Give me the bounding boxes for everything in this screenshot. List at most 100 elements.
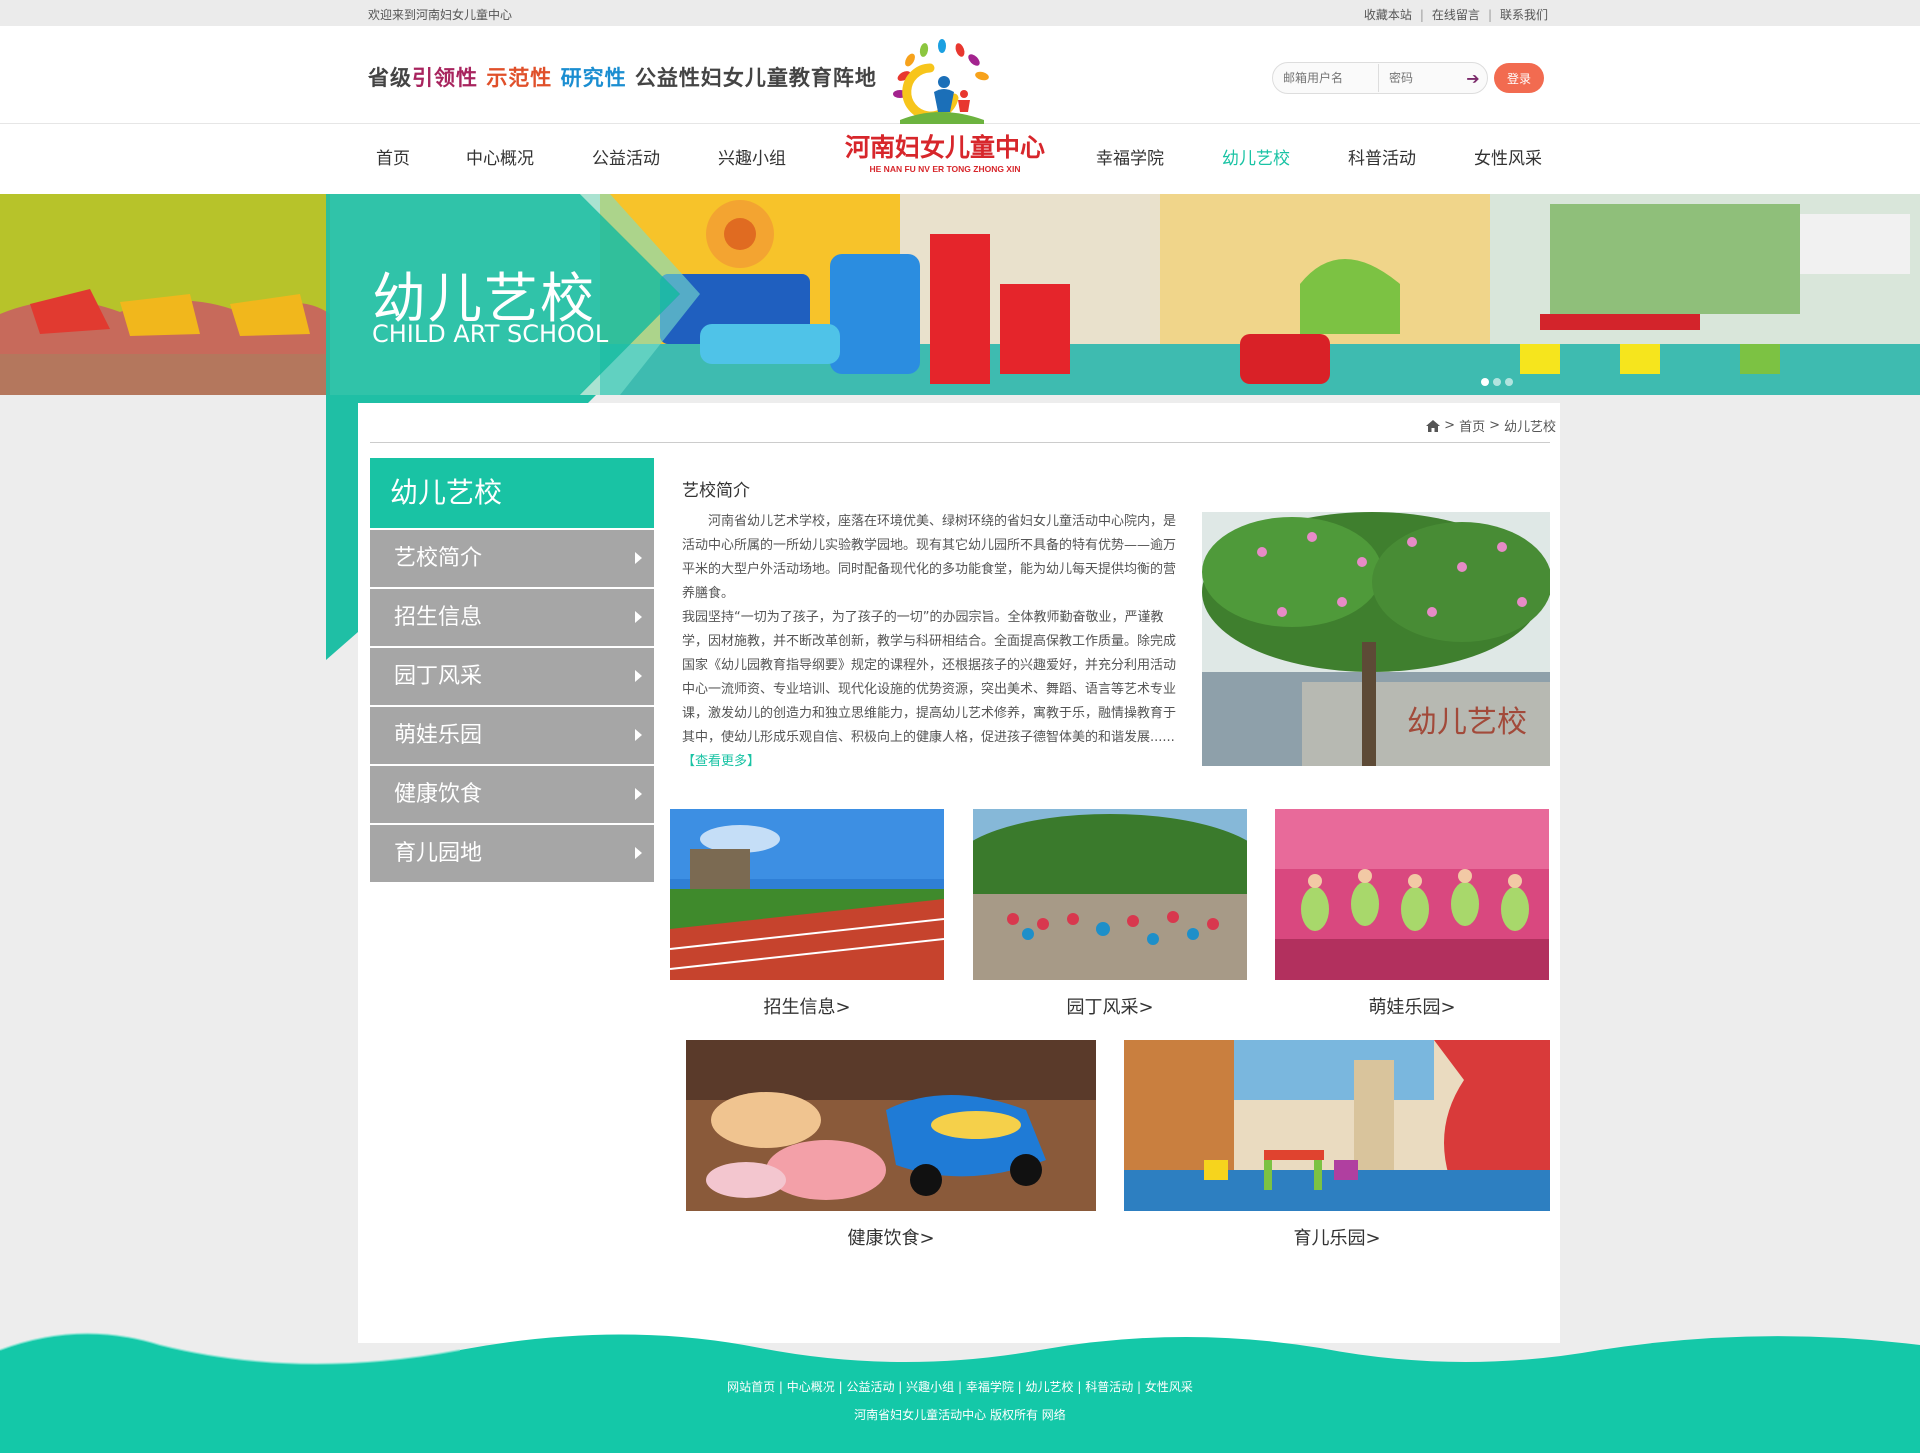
intro-text: 河南省幼儿艺术学校，座落在环境优美、绿树环绕的省妇女儿童活动中心院内，是活动中心… <box>682 510 1176 774</box>
top-bar: 欢迎来到河南妇女儿童中心 收藏本站 | 在线留言 | 联系我们 <box>0 0 1920 26</box>
school-sign: 幼儿艺校 <box>1407 705 1527 740</box>
tile-caption-text: 健康饮食 <box>847 1228 920 1249</box>
home-icon[interactable] <box>1426 419 1441 432</box>
caret-right-icon <box>635 847 642 859</box>
read-more-link[interactable]: 【查看更多】 <box>682 754 760 769</box>
footer-copyright: 河南省妇女儿童活动中心 版权所有 网络 <box>854 1408 1066 1422</box>
nav-interest-groups[interactable]: 兴趣小组 <box>718 144 786 169</box>
sidebar-item-teachers[interactable]: 园丁风采 <box>370 646 654 705</box>
tile-caption[interactable]: 健康饮食> <box>686 1224 1096 1250</box>
breadcrumb-sep: > <box>1444 418 1456 433</box>
caret-right-icon <box>635 552 642 564</box>
footer-link[interactable]: 幸福学院 <box>966 1380 1014 1394</box>
top-links: 收藏本站 | 在线留言 | 联系我们 <box>1364 6 1548 23</box>
breadcrumb-divider <box>370 442 1550 443</box>
password-input[interactable] <box>1379 64 1459 92</box>
login-button[interactable]: 登录 <box>1494 63 1544 93</box>
footer-links: 网站首页 | 中心概况 | 公益活动 | 兴趣小组 | 幸福学院 | 幼儿艺校 … <box>727 1380 1193 1394</box>
site-logo[interactable]: 河南妇女儿童中心 HE NAN FU NV ER TONG ZHONG XIN <box>840 34 1050 184</box>
sidebar-title: 幼儿艺校 <box>370 458 654 528</box>
sidebar-item-kids-park[interactable]: 萌娃乐园 <box>370 705 654 764</box>
welcome-text: 欢迎来到河南妇女儿童中心 <box>368 8 513 22</box>
footer-link[interactable]: 网站首页 <box>727 1380 775 1394</box>
sidebar-item-label: 园丁风采 <box>394 664 483 689</box>
footer-link[interactable]: 中心概况 <box>787 1380 835 1394</box>
intro-title: 艺校简介 <box>682 481 750 501</box>
footer-link[interactable]: 女性风采 <box>1145 1380 1193 1394</box>
tile-kids-park-image[interactable] <box>1275 809 1549 980</box>
tile-caption[interactable]: 萌娃乐园> <box>1275 993 1549 1019</box>
sidebar-item-label: 育儿园地 <box>394 841 483 866</box>
slogan-part: 示范性 <box>486 66 553 90</box>
tile-parenting-image[interactable] <box>1124 1040 1550 1211</box>
slogan: 省级引领性 示范性 研究性 公益性妇女儿童教育阵地 <box>368 62 877 92</box>
tile-teachers-image[interactable] <box>973 809 1247 980</box>
header: 省级引领性 示范性 研究性 公益性妇女儿童教育阵地 河南妇女儿童中心 HE NA… <box>0 26 1920 194</box>
login-form: ➔ 登录 <box>1272 62 1544 94</box>
caret-right-icon <box>635 729 642 741</box>
nav-happiness-college[interactable]: 幸福学院 <box>1096 144 1222 169</box>
sidebar-item-parenting[interactable]: 育儿园地 <box>370 823 654 882</box>
main-nav-right: 幸福学院 幼儿艺校 科普活动 女性风采 <box>1096 144 1542 169</box>
school-photo-graphic: 幼儿艺校 <box>1202 512 1552 766</box>
logo-subtitle: HE NAN FU NV ER TONG ZHONG XIN <box>870 164 1021 174</box>
slogan-part: 引领性 <box>412 66 478 90</box>
banner: 幼儿艺校 CHILD ART SCHOOL <box>0 194 1920 395</box>
sidebar-item-enrollment[interactable]: 招生信息 <box>370 587 654 646</box>
dance-performance-photo <box>1275 809 1549 980</box>
caret-right-icon <box>635 670 642 682</box>
tile-caption-text: 园丁风采 <box>1066 997 1139 1018</box>
tile-caption[interactable]: 招生信息> <box>670 993 944 1019</box>
sidebar-item-diet[interactable]: 健康饮食 <box>370 764 654 823</box>
tile-caption-text: 招生信息 <box>763 997 836 1018</box>
separator: | <box>1487 7 1492 22</box>
nav-charity[interactable]: 公益活动 <box>592 144 718 169</box>
footer-link[interactable]: 幼儿艺校 <box>1026 1380 1074 1394</box>
bookmark-link[interactable]: 收藏本站 <box>1364 6 1412 23</box>
intro-paragraph-text: 我园坚持“一切为了孩子，为了孩子的一切”的办园宗旨。全体教师勤奋敬业，严谨教学，… <box>682 610 1177 745</box>
breadcrumb-sep: > <box>1489 418 1500 433</box>
school-photo: 幼儿艺校 <box>1202 512 1552 766</box>
footer-link[interactable]: 公益活动 <box>846 1380 894 1394</box>
tile-diet-image[interactable] <box>686 1040 1096 1211</box>
logo-graphic: 河南妇女儿童中心 HE NAN FU NV ER TONG ZHONG XIN <box>845 39 1045 174</box>
tile-caption-text: 育儿乐园 <box>1293 1228 1366 1249</box>
slogan-part: 研究性 <box>560 66 627 90</box>
outdoor-exercise-photo <box>973 809 1247 980</box>
login-box: ➔ <box>1272 62 1488 94</box>
footer-link[interactable]: 兴趣小组 <box>906 1380 954 1394</box>
username-input[interactable] <box>1273 64 1379 92</box>
arrow-right-icon[interactable]: ➔ <box>1459 69 1487 88</box>
separator: | <box>1419 7 1424 22</box>
sidebar-item-label: 健康饮食 <box>394 782 483 807</box>
sidebar-item-label: 艺校简介 <box>394 546 483 571</box>
banner-image <box>0 194 1920 395</box>
breadcrumb-current: 幼儿艺校 <box>1503 420 1556 435</box>
tile-enrollment-image[interactable] <box>670 809 944 980</box>
sidebar-item-intro[interactable]: 艺校简介 <box>370 528 654 587</box>
nav-women[interactable]: 女性风采 <box>1474 144 1542 169</box>
main-nav-left: 首页 中心概况 公益活动 兴趣小组 <box>376 144 786 169</box>
nav-science[interactable]: 科普活动 <box>1348 144 1474 169</box>
intro-paragraph: 河南省幼儿艺术学校，座落在环境优美、绿树环绕的省妇女儿童活动中心院内，是活动中心… <box>682 514 1177 601</box>
banner-title-en: CHILD ART SCHOOL <box>372 320 609 348</box>
intro-paragraph: 我园坚持“一切为了孩子，为了孩子的一切”的办园宗旨。全体教师勤奋敬业，严谨教学，… <box>682 606 1176 774</box>
running-track-photo <box>670 809 944 980</box>
contact-link[interactable]: 联系我们 <box>1500 6 1548 23</box>
healthy-food-photo <box>686 1040 1096 1211</box>
footer-link[interactable]: 科普活动 <box>1085 1380 1133 1394</box>
tile-caption-text: 萌娃乐园 <box>1368 997 1441 1018</box>
message-link[interactable]: 在线留言 <box>1432 6 1480 23</box>
sidebar-item-label: 招生信息 <box>394 605 483 630</box>
logo-title: 河南妇女儿童中心 <box>845 133 1045 162</box>
nav-child-art-school[interactable]: 幼儿艺校 <box>1222 144 1348 169</box>
tile-caption[interactable]: 园丁风采> <box>973 993 1247 1019</box>
breadcrumb-home[interactable]: 首页 <box>1459 416 1485 435</box>
playroom-photo <box>1124 1040 1550 1211</box>
sidebar-menu: 艺校简介 招生信息 园丁风采 萌娃乐园 健康饮食 育儿园地 <box>370 528 654 882</box>
nav-home[interactable]: 首页 <box>376 144 466 169</box>
slogan-part: 省级 <box>368 66 412 90</box>
tile-caption[interactable]: 育儿乐园> <box>1124 1224 1550 1250</box>
nav-overview[interactable]: 中心概况 <box>466 144 592 169</box>
caret-right-icon <box>635 788 642 800</box>
